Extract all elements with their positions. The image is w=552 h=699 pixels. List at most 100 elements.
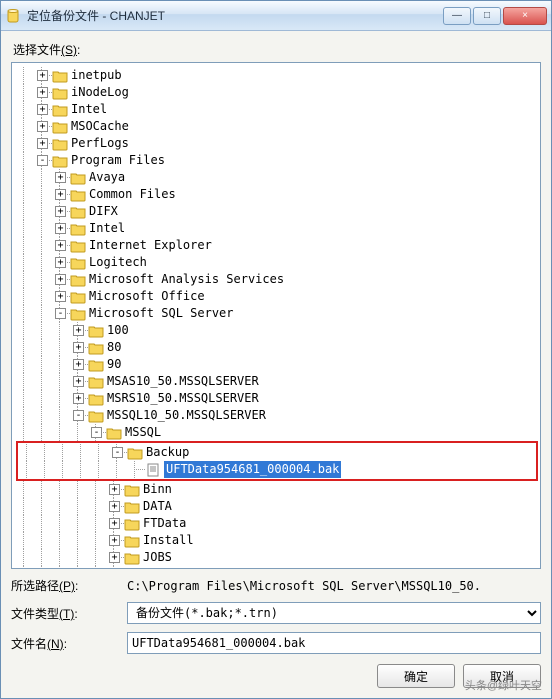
tree-node-label: 100 — [107, 322, 129, 339]
folder-icon — [70, 290, 86, 304]
tree-node[interactable]: +FTData — [16, 515, 538, 532]
expand-toggle[interactable]: + — [55, 189, 66, 200]
expand-toggle[interactable]: + — [109, 518, 120, 529]
expand-toggle[interactable]: + — [55, 240, 66, 251]
tree-node[interactable]: - Backup — [19, 444, 535, 461]
tree-node[interactable]: + Microsoft Office — [16, 288, 538, 305]
tree-node[interactable]: - MSSQL — [16, 424, 538, 441]
expand-toggle[interactable]: + — [55, 206, 66, 217]
file-type-select[interactable]: 备份文件(*.bak;*.trn) — [127, 602, 541, 624]
titlebar[interactable]: 定位备份文件 - CHANJET — □ × — [1, 1, 551, 31]
folder-icon — [52, 103, 68, 117]
tree-node-label: JOBS — [143, 549, 172, 566]
tree-node[interactable]: +Intel — [16, 220, 538, 237]
close-button[interactable]: × — [503, 7, 547, 25]
app-icon — [5, 8, 21, 24]
expand-toggle[interactable]: - — [73, 410, 84, 421]
file-name-label: 文件名(N): — [11, 635, 121, 652]
tree-node-label: Microsoft SQL Server — [89, 305, 234, 322]
folder-icon — [70, 273, 86, 287]
tree-node-label: 90 — [107, 356, 121, 373]
folder-icon — [70, 256, 86, 270]
tree-node-label: DIFX — [89, 203, 118, 220]
tree-node[interactable]: +Microsoft Analysis Services — [16, 271, 538, 288]
tree-node[interactable]: +90 — [16, 356, 538, 373]
expand-toggle[interactable]: - — [55, 308, 66, 319]
expand-toggle[interactable]: + — [37, 87, 48, 98]
expand-toggle[interactable]: + — [37, 138, 48, 149]
ok-button[interactable]: 确定 — [377, 664, 455, 688]
tree-node-label: MSSQL10_50.MSSQLSERVER — [107, 407, 266, 424]
expand-toggle[interactable]: - — [37, 155, 48, 166]
tree-node[interactable]: +Internet Explorer — [16, 237, 538, 254]
tree-node[interactable]: +Binn — [16, 481, 538, 498]
tree-node[interactable]: +MSAS10_50.MSSQLSERVER — [16, 373, 538, 390]
expand-toggle[interactable]: + — [55, 172, 66, 183]
maximize-button[interactable]: □ — [473, 7, 501, 25]
expand-toggle[interactable]: + — [73, 359, 84, 370]
tree-node[interactable]: + DATA — [16, 498, 538, 515]
folder-icon — [88, 375, 104, 389]
folder-icon — [88, 341, 104, 355]
expand-toggle[interactable]: + — [73, 393, 84, 404]
expand-toggle[interactable]: + — [55, 257, 66, 268]
bottom-form: 所选路径(P): C:\Program Files\Microsoft SQL … — [11, 577, 541, 654]
window-title: 定位备份文件 - CHANJET — [27, 7, 443, 24]
window-buttons: — □ × — [443, 7, 547, 25]
tree-node[interactable]: + iNodeLog — [16, 84, 538, 101]
expand-toggle[interactable]: + — [109, 501, 120, 512]
folder-icon — [88, 392, 104, 406]
expand-toggle[interactable]: + — [55, 223, 66, 234]
expand-toggle[interactable]: + — [109, 535, 120, 546]
tree-node-label: iNodeLog — [71, 84, 129, 101]
dialog-window: 定位备份文件 - CHANJET — □ × 选择文件(S): +inetpub… — [0, 0, 552, 699]
tree-node[interactable]: +100 — [16, 322, 538, 339]
expand-toggle[interactable]: + — [37, 104, 48, 115]
tree-node[interactable]: +MSOCache — [16, 118, 538, 135]
tree-node-label: MSSQL — [125, 424, 161, 441]
tree-node[interactable]: + Avaya — [16, 169, 538, 186]
tree-node[interactable]: +Log — [16, 566, 538, 568]
path-value: C:\Program Files\Microsoft SQL Server\MS… — [127, 579, 541, 593]
tree-node[interactable]: + Install — [16, 532, 538, 549]
expand-toggle[interactable]: + — [37, 121, 48, 132]
tree-node-label: Avaya — [89, 169, 125, 186]
tree-node[interactable]: + DIFX — [16, 203, 538, 220]
highlight-box: - BackupUFTData954681_000004.bak — [16, 441, 538, 481]
folder-icon — [124, 568, 140, 569]
tree-node[interactable]: + JOBS — [16, 549, 538, 566]
expand-toggle[interactable]: + — [73, 376, 84, 387]
expand-toggle[interactable]: + — [73, 325, 84, 336]
expand-toggle[interactable]: + — [55, 291, 66, 302]
expand-toggle[interactable]: + — [55, 274, 66, 285]
tree-node[interactable]: +inetpub — [16, 67, 538, 84]
expand-toggle[interactable]: + — [109, 484, 120, 495]
tree-node-label: DATA — [143, 498, 172, 515]
tree-node[interactable]: UFTData954681_000004.bak — [19, 461, 535, 478]
folder-icon — [70, 205, 86, 219]
tree-node-label: Microsoft Office — [89, 288, 205, 305]
tree-node[interactable]: -Program Files — [16, 152, 538, 169]
tree-node[interactable]: +Intel — [16, 101, 538, 118]
tree-node[interactable]: +PerfLogs — [16, 135, 538, 152]
tree-node-label: Backup — [146, 444, 189, 461]
tree-node-label: Install — [143, 532, 194, 549]
expand-toggle[interactable]: - — [112, 447, 123, 458]
minimize-button[interactable]: — — [443, 7, 471, 25]
tree-node[interactable]: +Common Files — [16, 186, 538, 203]
tree-node[interactable]: +Logitech — [16, 254, 538, 271]
expand-toggle[interactable]: + — [73, 342, 84, 353]
tree-node[interactable]: - Microsoft SQL Server — [16, 305, 538, 322]
watermark: 头条@绿叶天空 — [465, 677, 542, 693]
dialog-body: 选择文件(S): +inetpub+iNodeLog+Intel+MSOCach… — [1, 31, 551, 698]
file-icon — [145, 463, 161, 477]
file-name-input[interactable] — [127, 632, 541, 654]
expand-toggle[interactable]: + — [109, 552, 120, 563]
expand-toggle[interactable]: - — [91, 427, 102, 438]
tree-node[interactable]: - MSSQL10_50.MSSQLSERVER — [16, 407, 538, 424]
folder-icon — [124, 483, 140, 497]
tree-node[interactable]: +MSRS10_50.MSSQLSERVER — [16, 390, 538, 407]
expand-toggle[interactable]: + — [37, 70, 48, 81]
file-tree[interactable]: +inetpub+iNodeLog+Intel+MSOCache+PerfLog… — [12, 63, 540, 568]
tree-node[interactable]: +80 — [16, 339, 538, 356]
